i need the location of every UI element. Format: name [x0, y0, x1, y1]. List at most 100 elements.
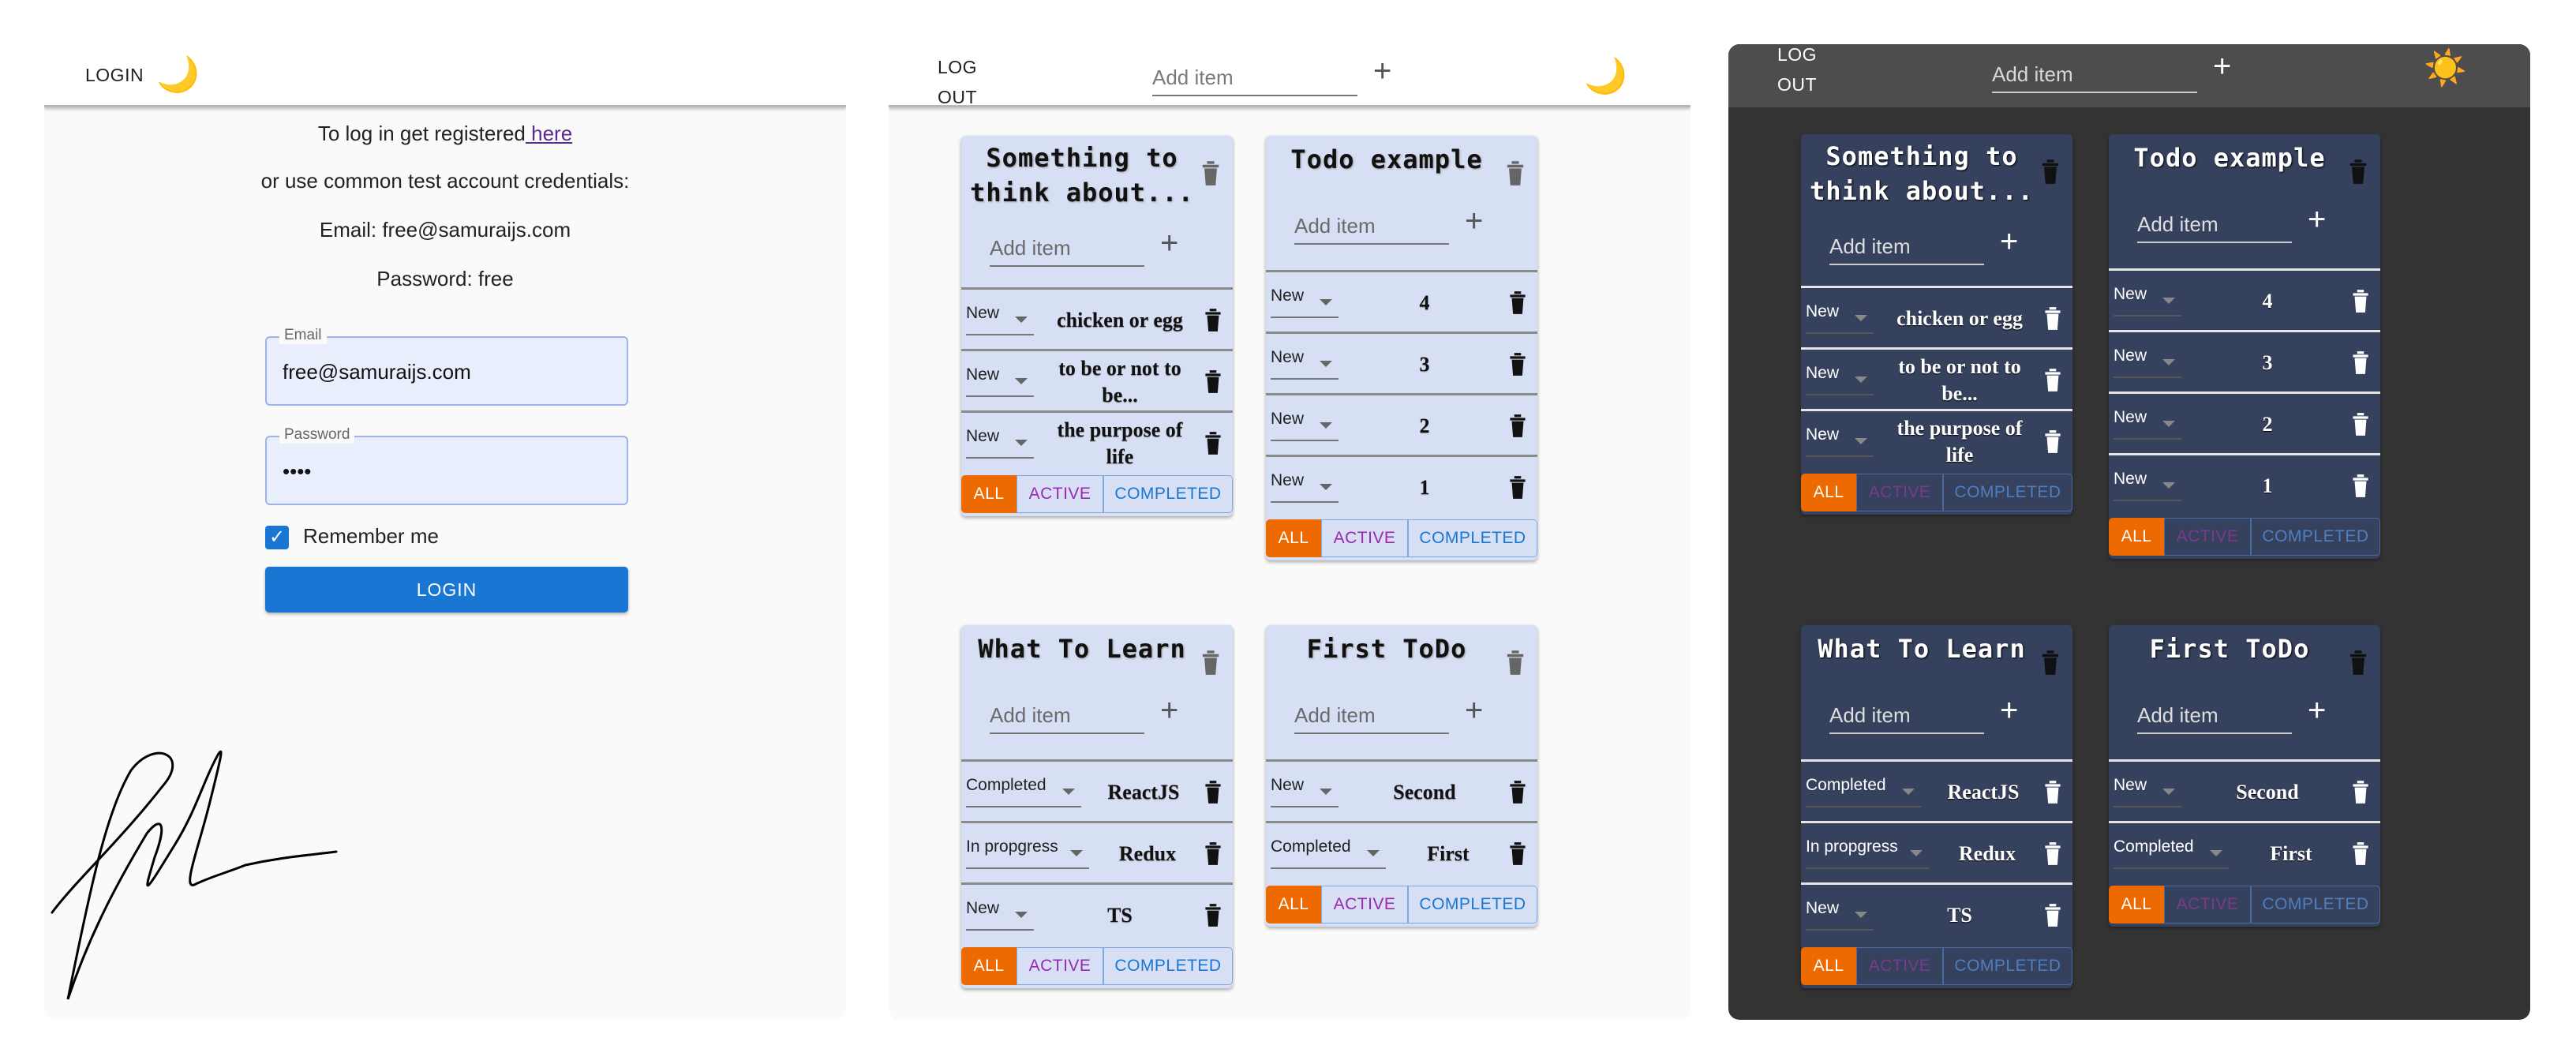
trash-icon[interactable]: [2039, 158, 2061, 185]
task-status-select[interactable]: New: [1806, 899, 1874, 931]
task-title[interactable]: ReactJS: [1089, 762, 1198, 823]
filter-completed-button[interactable]: COMPLETED: [2251, 518, 2380, 556]
filter-active-button[interactable]: ACTIVE: [2164, 518, 2251, 556]
trash-icon[interactable]: [1203, 369, 1223, 394]
task-status-select[interactable]: New: [1271, 287, 1339, 318]
add-task-input[interactable]: Add item: [1294, 696, 1449, 734]
trash-icon[interactable]: [2042, 367, 2063, 392]
list-title[interactable]: First ToDo: [2115, 631, 2344, 666]
task-status-select[interactable]: New: [2114, 470, 2181, 501]
task-status-select[interactable]: New: [2114, 408, 2181, 440]
filter-completed-button[interactable]: COMPLETED: [1103, 947, 1233, 985]
list-title[interactable]: Something to think about...: [1807, 139, 2036, 208]
filter-active-button[interactable]: ACTIVE: [2164, 886, 2251, 924]
trash-icon[interactable]: [2042, 429, 2063, 454]
filter-all-button[interactable]: ALL: [961, 947, 1017, 985]
email-field[interactable]: Email free@samuraijs.com: [265, 327, 628, 406]
task-status-select[interactable]: New: [966, 304, 1034, 335]
trash-icon[interactable]: [1507, 351, 1528, 377]
trash-icon[interactable]: [1507, 413, 1528, 438]
task-status-select[interactable]: New: [1806, 364, 1874, 395]
filter-completed-button[interactable]: COMPLETED: [1408, 519, 1537, 557]
task-status-select[interactable]: New: [966, 365, 1034, 397]
trash-icon[interactable]: [1504, 159, 1526, 186]
logout-button[interactable]: LOG OUT: [938, 52, 1009, 112]
trash-icon[interactable]: [1507, 290, 1528, 315]
register-link[interactable]: here: [526, 122, 572, 145]
task-status-select[interactable]: New: [2114, 776, 2181, 807]
add-list-button[interactable]: +: [1373, 54, 1391, 89]
filter-all-button[interactable]: ALL: [1266, 886, 1321, 924]
task-title[interactable]: Second: [2189, 762, 2346, 823]
task-status-select[interactable]: New: [1271, 410, 1339, 441]
remember-checkbox[interactable]: ✓: [265, 526, 289, 549]
add-task-button[interactable]: +: [1160, 693, 1178, 729]
list-title[interactable]: What To Learn: [968, 631, 1196, 666]
task-title[interactable]: Redux: [1937, 823, 2038, 885]
task-status-select[interactable]: New: [1806, 302, 1874, 334]
add-task-input[interactable]: Add item: [2137, 696, 2292, 734]
task-title[interactable]: First: [1394, 823, 1503, 885]
task-status-select[interactable]: New: [966, 427, 1034, 459]
list-title[interactable]: What To Learn: [1807, 631, 2036, 666]
trash-icon[interactable]: [1203, 779, 1223, 804]
task-title[interactable]: 3: [1346, 334, 1503, 395]
filter-all-button[interactable]: ALL: [1266, 519, 1321, 557]
filter-completed-button[interactable]: COMPLETED: [1943, 947, 2072, 985]
list-title[interactable]: Something to think about...: [968, 140, 1196, 210]
filter-active-button[interactable]: ACTIVE: [1017, 947, 1103, 985]
trash-icon[interactable]: [1507, 779, 1528, 804]
filter-completed-button[interactable]: COMPLETED: [1943, 474, 2072, 511]
add-task-input[interactable]: Add item: [1829, 227, 1984, 265]
list-title[interactable]: Todo example: [1272, 142, 1501, 177]
task-status-select[interactable]: Completed: [2114, 837, 2229, 869]
task-title[interactable]: Second: [1346, 762, 1503, 823]
trash-icon[interactable]: [2350, 288, 2371, 313]
trash-icon[interactable]: [2350, 473, 2371, 498]
add-task-input[interactable]: Add item: [2137, 205, 2292, 243]
trash-icon[interactable]: [1203, 902, 1223, 927]
add-task-button[interactable]: +: [2000, 693, 2018, 729]
moon-icon[interactable]: 🌙: [156, 54, 200, 95]
task-title[interactable]: 4: [2189, 271, 2346, 332]
add-task-input[interactable]: Add item: [1829, 696, 1984, 734]
task-status-select[interactable]: New: [966, 899, 1034, 931]
add-list-button[interactable]: +: [2213, 49, 2231, 84]
task-status-select[interactable]: New: [2114, 347, 2181, 378]
trash-icon[interactable]: [2350, 779, 2371, 804]
task-status-select[interactable]: New: [1271, 471, 1339, 503]
task-title[interactable]: chicken or egg: [1881, 288, 2038, 350]
add-task-button[interactable]: +: [1465, 693, 1483, 729]
task-status-select[interactable]: New: [2114, 285, 2181, 317]
add-task-button[interactable]: +: [1160, 226, 1178, 261]
task-title[interactable]: to be or not to be...: [1042, 351, 1198, 413]
moon-icon[interactable]: 🌙: [1584, 55, 1627, 96]
filter-all-button[interactable]: ALL: [1801, 947, 1856, 985]
filter-all-button[interactable]: ALL: [2109, 518, 2164, 556]
filter-active-button[interactable]: ACTIVE: [1856, 947, 1943, 985]
login-button[interactable]: LOGIN: [265, 567, 628, 613]
filter-active-button[interactable]: ACTIVE: [1017, 475, 1103, 513]
task-status-select[interactable]: In propgress: [1806, 837, 1929, 869]
trash-icon[interactable]: [1200, 159, 1222, 186]
filter-all-button[interactable]: ALL: [961, 475, 1017, 513]
trash-icon[interactable]: [2042, 779, 2063, 804]
add-task-input[interactable]: Add item: [990, 229, 1144, 267]
trash-icon[interactable]: [1200, 649, 1222, 676]
trash-icon[interactable]: [1507, 474, 1528, 500]
list-title[interactable]: First ToDo: [1272, 631, 1501, 666]
trash-icon[interactable]: [1203, 841, 1223, 866]
task-status-select[interactable]: New: [1271, 348, 1339, 380]
task-title[interactable]: 2: [2189, 394, 2346, 455]
logout-button[interactable]: LOG OUT: [1777, 44, 1848, 99]
filter-active-button[interactable]: ACTIVE: [1321, 886, 1408, 924]
trash-icon[interactable]: [1507, 841, 1528, 866]
add-task-button[interactable]: +: [2000, 224, 2018, 260]
filter-all-button[interactable]: ALL: [2109, 886, 2164, 924]
task-title[interactable]: 1: [2189, 455, 2346, 517]
filter-completed-button[interactable]: COMPLETED: [2251, 886, 2380, 924]
trash-icon[interactable]: [1203, 430, 1223, 455]
task-status-select[interactable]: Completed: [966, 776, 1081, 807]
header-login-button[interactable]: LOGIN: [85, 65, 144, 86]
trash-icon[interactable]: [2347, 649, 2369, 676]
